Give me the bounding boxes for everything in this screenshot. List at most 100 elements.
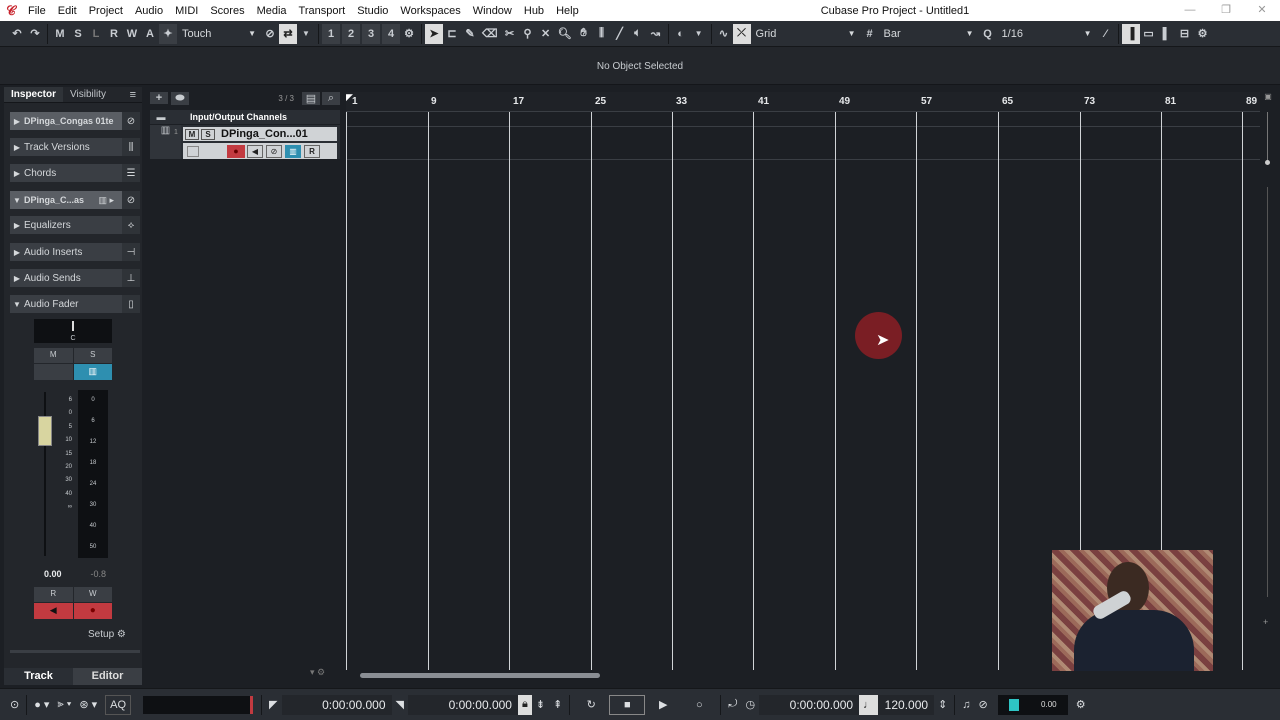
click-settings-icon[interactable]: ⊘	[975, 695, 992, 715]
marker-3-button[interactable]: 3	[362, 23, 380, 44]
editor-icon[interactable]: ▥	[73, 363, 112, 380]
punch-icon[interactable]: ⫸ ▾	[53, 695, 75, 715]
track-name[interactable]: DPinga_Con...01	[221, 128, 308, 140]
left-zone-icon[interactable]: ▐	[1121, 23, 1140, 44]
volume-value[interactable]: 0.00	[44, 569, 62, 579]
mute-toggle[interactable]: M	[51, 24, 69, 44]
listen-button[interactable]	[34, 363, 73, 380]
track-mute-button[interactable]: M	[185, 128, 199, 140]
ruler[interactable]: ◤ 1 9 17 25 33 41 49 57 65 73 81 89	[346, 92, 1260, 112]
zoom-tool-icon[interactable]: 🔍︎	[555, 24, 575, 44]
menu-media[interactable]: Media	[251, 5, 293, 17]
menu-hub[interactable]: Hub	[518, 5, 550, 17]
automation-mode-select[interactable]: Touch ▼	[177, 23, 261, 44]
write-automation-button[interactable]: W	[73, 587, 112, 602]
marker-1-button[interactable]: 1	[322, 23, 340, 44]
record-icon[interactable]: ○	[681, 695, 717, 715]
mute-tool-icon[interactable]: ✕	[537, 24, 555, 44]
iterative-quantize-icon[interactable]: ⁄	[1097, 24, 1115, 44]
tempo-stepper-icon[interactable]: ⇕	[934, 695, 951, 715]
monitor-icon[interactable]: ◀	[247, 144, 263, 158]
monitor-icon[interactable]: ◀	[34, 603, 73, 619]
grid-type-select[interactable]: Bar ▼	[878, 23, 979, 44]
track-color-swatch[interactable]	[187, 145, 199, 157]
menu-midi[interactable]: MIDI	[169, 5, 204, 17]
return-icon[interactable]: ⤾	[724, 695, 741, 715]
line-tool-icon[interactable]: ╱	[611, 24, 629, 44]
record-enable-icon[interactable]: ●	[73, 603, 112, 619]
restore-icon[interactable]: ❐	[1208, 0, 1244, 21]
dropdown-arrow-icon[interactable]: ▼	[297, 24, 315, 44]
quantize-icon[interactable]: Q	[979, 24, 997, 44]
solo-button[interactable]: S	[73, 348, 112, 363]
section-equalizers[interactable]: ▶ Equalizers ⟡	[10, 216, 140, 234]
section-audio-sends[interactable]: ▶ Audio Sends ⊥	[10, 269, 140, 287]
tab-inspector[interactable]: Inspector	[4, 87, 64, 102]
volume-fader-handle[interactable]	[38, 416, 52, 446]
right-zone-icon[interactable]: ▌	[1158, 24, 1176, 44]
snap-type-select[interactable]: Grid ▼	[750, 23, 861, 44]
vertical-zoom-strip[interactable]: ▣ +	[1260, 92, 1276, 682]
audio-performance-icon[interactable]: ⊛ ▾	[75, 695, 101, 715]
aq-button[interactable]: AQ	[105, 694, 132, 715]
dropdown-arrow-icon[interactable]: ▼	[690, 24, 708, 44]
menu-workspaces[interactable]: Workspaces	[394, 5, 466, 17]
comp-tool-icon[interactable]: ⫼	[593, 24, 611, 44]
section-audio-fader[interactable]: ▼ Audio Fader ▯	[10, 295, 140, 313]
record-arm-icon[interactable]: ●	[227, 144, 245, 158]
tempo-track-icon[interactable]: ♩	[859, 694, 879, 715]
range-tool-icon[interactable]: ⊏	[443, 24, 461, 44]
right-locator-icon[interactable]: ◥	[392, 695, 408, 715]
add-track-icon[interactable]: +	[150, 92, 168, 104]
snap-toggle-icon[interactable]: ⤫	[732, 23, 751, 44]
edit-channel-icon[interactable]: ⊘	[122, 191, 140, 209]
read-automation-button[interactable]: R	[34, 587, 73, 602]
menu-studio[interactable]: Studio	[351, 5, 394, 17]
suspend-icon[interactable]: ⊘	[261, 24, 279, 44]
close-icon[interactable]: ✕	[1244, 0, 1280, 21]
timebase-icon[interactable]: ⊘	[266, 144, 282, 158]
mute-button[interactable]: M	[34, 348, 73, 363]
split-tool-icon[interactable]: ✂	[501, 24, 519, 44]
lower-zone-icon[interactable]: ▭	[1140, 24, 1158, 44]
hand-tool-icon[interactable]: ✋︎	[575, 24, 593, 44]
punch-in-icon[interactable]: ⇟	[532, 695, 549, 715]
quantize-select[interactable]: 1/16 ▼	[996, 23, 1097, 44]
menu-scores[interactable]: Scores	[204, 5, 250, 17]
edit-icon[interactable]: ▥	[285, 144, 301, 158]
listen-toggle[interactable]: L	[87, 24, 105, 44]
draw-tool-icon[interactable]: ✎	[461, 24, 479, 44]
menu-file[interactable]: File	[22, 5, 52, 17]
menu-audio[interactable]: Audio	[129, 5, 169, 17]
menu-project[interactable]: Project	[83, 5, 129, 17]
menu-transport[interactable]: Transport	[293, 5, 352, 17]
track-solo-button[interactable]: S	[201, 128, 215, 140]
add-folder-icon[interactable]: ⬬	[171, 91, 189, 105]
folder-track[interactable]: ▬ Input/Output Channels	[150, 110, 340, 124]
monitor-toggle[interactable]: A	[141, 24, 159, 44]
read-toggle[interactable]: R	[105, 24, 123, 44]
constrain-icon[interactable]: ⇄	[279, 23, 297, 44]
color-tool-icon[interactable]: ◐	[672, 24, 690, 44]
menu-help[interactable]: Help	[550, 5, 585, 17]
marker-2-button[interactable]: 2	[342, 23, 360, 44]
warp-tool-icon[interactable]: ↝	[647, 24, 665, 44]
left-locator-icon[interactable]: ◤	[265, 695, 281, 715]
lock-icon[interactable]: 🔒︎	[517, 694, 532, 715]
play-icon[interactable]: ▶	[645, 695, 681, 715]
setup-button[interactable]: Setup ⚙	[88, 629, 126, 640]
section-channel[interactable]: ▼ DPinga_C...as ▥ ▸ ⊘	[10, 191, 140, 209]
read-button[interactable]: R	[304, 144, 320, 158]
redo-icon[interactable]: ↷	[26, 24, 44, 44]
horizontal-scrollbar[interactable]	[360, 673, 600, 678]
section-chords[interactable]: ▶ Chords ☰	[10, 164, 140, 182]
autoscroll-icon[interactable]: ∿	[715, 24, 733, 44]
menu-window[interactable]: Window	[467, 5, 518, 17]
search-icon[interactable]: ⌕	[322, 91, 340, 105]
write-toggle[interactable]: W	[123, 24, 141, 44]
speaker-tool-icon[interactable]: 🔈︎	[629, 24, 647, 44]
gear-icon[interactable]: ▾ ⚙	[310, 667, 325, 678]
punch-out-icon[interactable]: ⇞	[549, 695, 566, 715]
settings-gear-icon[interactable]: ⚙	[400, 24, 418, 44]
solo-toggle[interactable]: S	[69, 24, 87, 44]
